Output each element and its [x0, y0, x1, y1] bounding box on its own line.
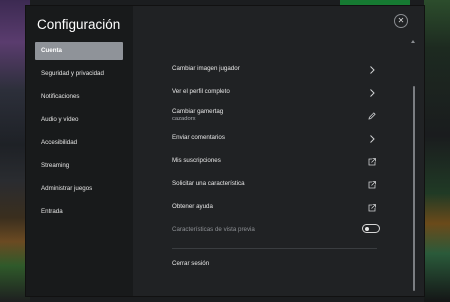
change-gamertag-row[interactable]: Cambiar gamertag cazadorx: [172, 108, 377, 122]
sidebar-item-audio[interactable]: Audio y vídeo: [35, 111, 123, 129]
external-link-icon: [367, 203, 377, 213]
get-help-row[interactable]: Obtener ayuda: [172, 203, 377, 213]
scroll-up-arrow-icon[interactable]: [411, 40, 415, 43]
dialog-title: Configuración: [37, 17, 121, 32]
sidebar-item-streaming[interactable]: Streaming: [35, 157, 123, 175]
settings-dialog: Configuración Cuenta Seguridad y privaci…: [26, 6, 424, 296]
preview-features-label: Características de vista previa: [172, 226, 255, 233]
subscriptions-label: Mis suscripciones: [172, 157, 221, 164]
close-icon: ✕: [397, 16, 405, 25]
external-link-icon: [367, 180, 377, 190]
sidebar-item-cuenta[interactable]: Cuenta: [35, 42, 123, 60]
change-picture-row[interactable]: Cambiar imagen jugador: [172, 65, 377, 75]
external-link-icon: [367, 157, 377, 167]
chevron-right-icon: [367, 88, 377, 98]
preview-features-row: Características de vista previa: [172, 224, 380, 233]
send-feedback-label: Enviar comentarios: [172, 134, 225, 141]
scrollbar[interactable]: [413, 86, 415, 291]
view-profile-label: Ver el perfil completo: [172, 88, 230, 95]
divider: [172, 248, 377, 249]
background-game-art-right: [424, 0, 450, 302]
close-button[interactable]: ✕: [394, 14, 408, 28]
request-feature-row[interactable]: Solicitar una característica: [172, 180, 377, 190]
pencil-icon: [367, 111, 377, 121]
sidebar-item-administrar-juegos[interactable]: Administrar juegos: [35, 180, 123, 198]
chevron-right-icon: [367, 134, 377, 144]
subscriptions-row[interactable]: Mis suscripciones: [172, 157, 377, 167]
change-gamertag-label: Cambiar gamertag: [172, 108, 224, 115]
sign-out-button[interactable]: Cerrar sesión: [172, 260, 377, 267]
sidebar-item-entrada[interactable]: Entrada: [35, 203, 123, 221]
get-help-label: Obtener ayuda: [172, 203, 213, 210]
settings-sidebar: Configuración Cuenta Seguridad y privaci…: [26, 6, 133, 296]
gamertag-value: cazadorx: [172, 116, 196, 122]
request-feature-label: Solicitar una característica: [172, 180, 245, 187]
settings-nav: Cuenta Seguridad y privacidad Notificaci…: [35, 42, 123, 226]
sidebar-item-seguridad[interactable]: Seguridad y privacidad: [35, 65, 123, 83]
send-feedback-row[interactable]: Enviar comentarios: [172, 134, 377, 144]
sign-out-label: Cerrar sesión: [172, 260, 210, 267]
change-picture-label: Cambiar imagen jugador: [172, 65, 240, 72]
preview-features-toggle[interactable]: [362, 224, 380, 233]
sidebar-item-accesibilidad[interactable]: Accesibilidad: [35, 134, 123, 152]
sidebar-item-notificaciones[interactable]: Notificaciones: [35, 88, 123, 106]
view-profile-row[interactable]: Ver el perfil completo: [172, 88, 377, 98]
chevron-right-icon: [367, 65, 377, 75]
toggle-knob: [365, 226, 369, 231]
